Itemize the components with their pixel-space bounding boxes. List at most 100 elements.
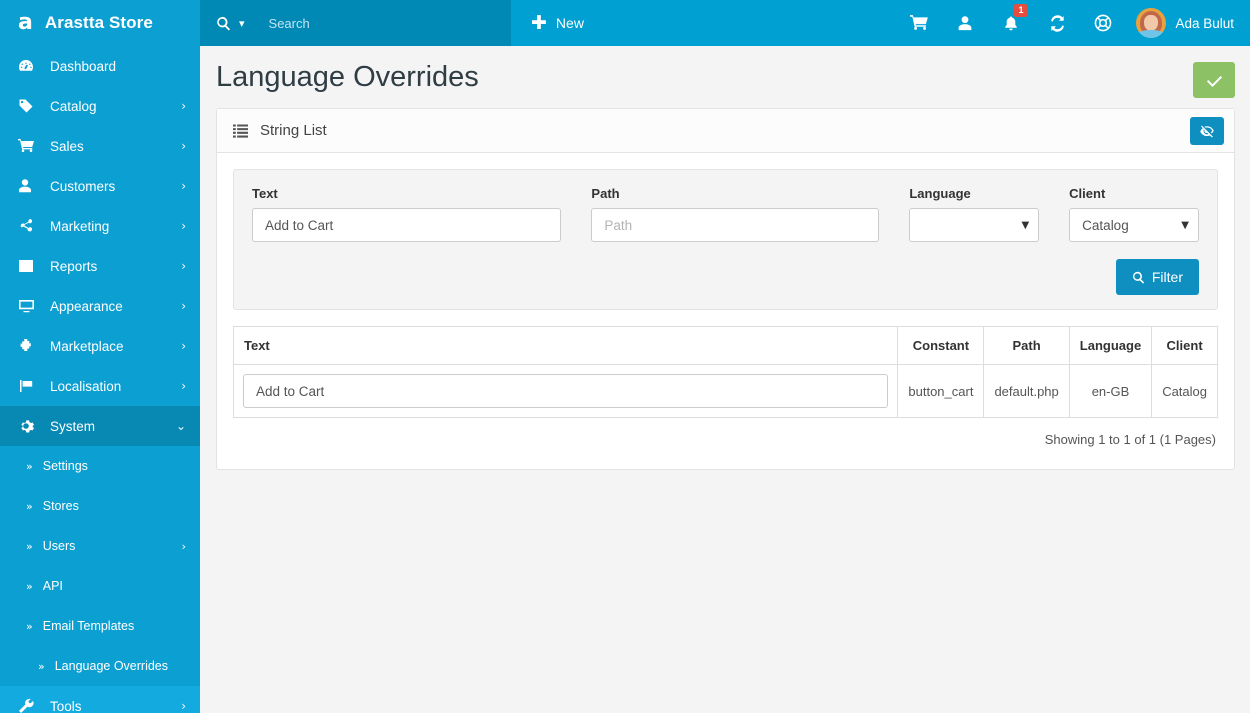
brand-name: Arastta Store	[44, 13, 153, 32]
cell-language: en-GB	[1068, 364, 1153, 418]
bell-icon[interactable]: 1	[988, 0, 1034, 46]
filter-field-path: Path	[591, 186, 909, 242]
user-name: Ada Bulut	[1175, 15, 1234, 31]
panel-header: String List	[217, 109, 1234, 153]
sidebar-item-label: Sales	[50, 138, 84, 154]
sidebar-item-label: Catalog	[50, 98, 97, 114]
new-button-label: New	[555, 15, 584, 31]
sidebar-item-api[interactable]: » API	[0, 566, 200, 606]
dashboard-icon	[18, 58, 40, 74]
chevron-down-icon[interactable]: ▾	[239, 17, 245, 30]
bar-chart-icon	[18, 258, 40, 274]
main-content: Language Overrides String List Text Add …	[200, 46, 1250, 713]
search-area[interactable]: ▾	[200, 0, 511, 46]
avatar	[1136, 8, 1167, 38]
chevron-right-icon: ›	[181, 99, 186, 113]
search-input[interactable]	[266, 14, 467, 32]
gear-icon	[18, 418, 40, 434]
cart-icon	[18, 138, 40, 154]
filter-text-input[interactable]	[252, 208, 562, 242]
table-body: button_cart default.php en-GB Catalog	[232, 364, 1218, 418]
cell-path: default.php	[983, 364, 1070, 418]
user-icon[interactable]	[942, 0, 988, 46]
page-title: Language Overrides	[216, 61, 479, 93]
sidebar-item-dashboard[interactable]: Dashboard	[0, 46, 200, 86]
tag-icon	[18, 98, 40, 114]
double-chevron-icon: »	[26, 579, 33, 593]
cart-icon[interactable]	[896, 0, 942, 46]
search-icon[interactable]	[216, 16, 231, 31]
sidebar-item-label: Appearance	[50, 298, 123, 314]
sidebar-item-label: API	[42, 579, 63, 593]
filter-button-label: Filter	[1151, 269, 1183, 285]
filter-language-select[interactable]	[909, 208, 1040, 242]
arastta-logo-icon: a	[18, 10, 33, 35]
lifebuoy-icon[interactable]	[1080, 0, 1126, 46]
cell-client: Catalog	[1151, 364, 1218, 418]
sidebar-item-tools[interactable]: Tools ›	[0, 686, 200, 713]
refresh-icon[interactable]	[1034, 0, 1080, 46]
filter-button[interactable]: Filter	[1115, 259, 1199, 295]
sidebar-item-system[interactable]: System ⌄	[0, 406, 200, 446]
sidebar: a Arastta Store Dashboard Catalog › Sale…	[0, 0, 200, 713]
sidebar-item-label: Dashboard	[50, 58, 117, 74]
new-button[interactable]: ✚ New	[511, 0, 602, 46]
filter-path-input[interactable]	[591, 208, 880, 242]
filter-client-select[interactable]	[1069, 208, 1199, 242]
sidebar-item-marketing[interactable]: Marketing ›	[0, 206, 200, 246]
user-menu[interactable]: Ada Bulut	[1126, 0, 1234, 46]
sidebar-item-localisation[interactable]: Localisation ›	[0, 366, 200, 406]
filter-field-client: Client ▼	[1069, 186, 1199, 242]
sidebar-item-customers[interactable]: Customers ›	[0, 166, 200, 206]
sidebar-item-label: Marketing	[50, 218, 110, 234]
sidebar-item-label: Email Templates	[42, 619, 135, 633]
wrench-icon	[18, 698, 40, 713]
filter-field-text: Text	[252, 186, 591, 242]
sidebar-item-label: Settings	[42, 459, 88, 473]
sidebar-item-appearance[interactable]: Appearance ›	[0, 286, 200, 326]
desktop-icon	[18, 298, 40, 314]
row-text-input[interactable]	[243, 374, 889, 408]
sidebar-item-sales[interactable]: Sales ›	[0, 126, 200, 166]
panel-title: String List	[260, 122, 327, 139]
sidebar-item-users[interactable]: » Users ›	[0, 526, 200, 566]
filter-row: Text Path Language ▼	[252, 186, 1199, 242]
cell-text	[232, 364, 899, 418]
sidebar-item-language-overrides[interactable]: » Language Overrides	[0, 646, 200, 686]
chevron-right-icon: ›	[181, 139, 186, 153]
cell-constant: button_cart	[897, 364, 985, 418]
sidebar-item-label: Marketplace	[50, 338, 124, 354]
page-header: Language Overrides	[200, 46, 1250, 108]
filter-form: Text Path Language ▼	[233, 169, 1218, 310]
double-chevron-icon: »	[26, 619, 33, 633]
save-button[interactable]	[1193, 62, 1235, 98]
column-header-text: Text	[232, 326, 899, 365]
double-chevron-icon: »	[38, 659, 45, 673]
string-list-panel: String List Text Path Languag	[216, 108, 1235, 470]
chevron-right-icon: ›	[181, 339, 186, 353]
eye-slash-icon[interactable]	[1190, 116, 1224, 145]
puzzle-icon	[18, 338, 40, 354]
sidebar-item-label: Stores	[42, 499, 79, 513]
user-icon	[18, 178, 40, 194]
chevron-right-icon: ›	[181, 379, 186, 393]
chevron-right-icon: ›	[181, 539, 186, 553]
sidebar-item-label: Localisation	[50, 378, 122, 394]
filter-label-client: Client	[1069, 186, 1106, 201]
brand-logo[interactable]: a Arastta Store	[0, 0, 200, 46]
sidebar-item-settings[interactable]: » Settings	[0, 446, 200, 486]
chevron-right-icon: ›	[181, 299, 186, 313]
sidebar-item-reports[interactable]: Reports ›	[0, 246, 200, 286]
sidebar-item-catalog[interactable]: Catalog ›	[0, 86, 200, 126]
filter-label-text: Text	[252, 186, 278, 201]
sidebar-item-label: Language Overrides	[54, 659, 169, 673]
column-header-constant: Constant	[897, 326, 985, 365]
sidebar-item-email-templates[interactable]: » Email Templates	[0, 606, 200, 646]
sidebar-item-label: Reports	[50, 258, 98, 274]
sidebar-item-marketplace[interactable]: Marketplace ›	[0, 326, 200, 366]
table-header: Text Constant Path Language Client	[232, 326, 1218, 365]
sidebar-item-stores[interactable]: » Stores	[0, 486, 200, 526]
chevron-right-icon: ›	[181, 699, 186, 713]
check-icon	[1206, 76, 1222, 87]
column-header-path: Path	[983, 326, 1070, 365]
